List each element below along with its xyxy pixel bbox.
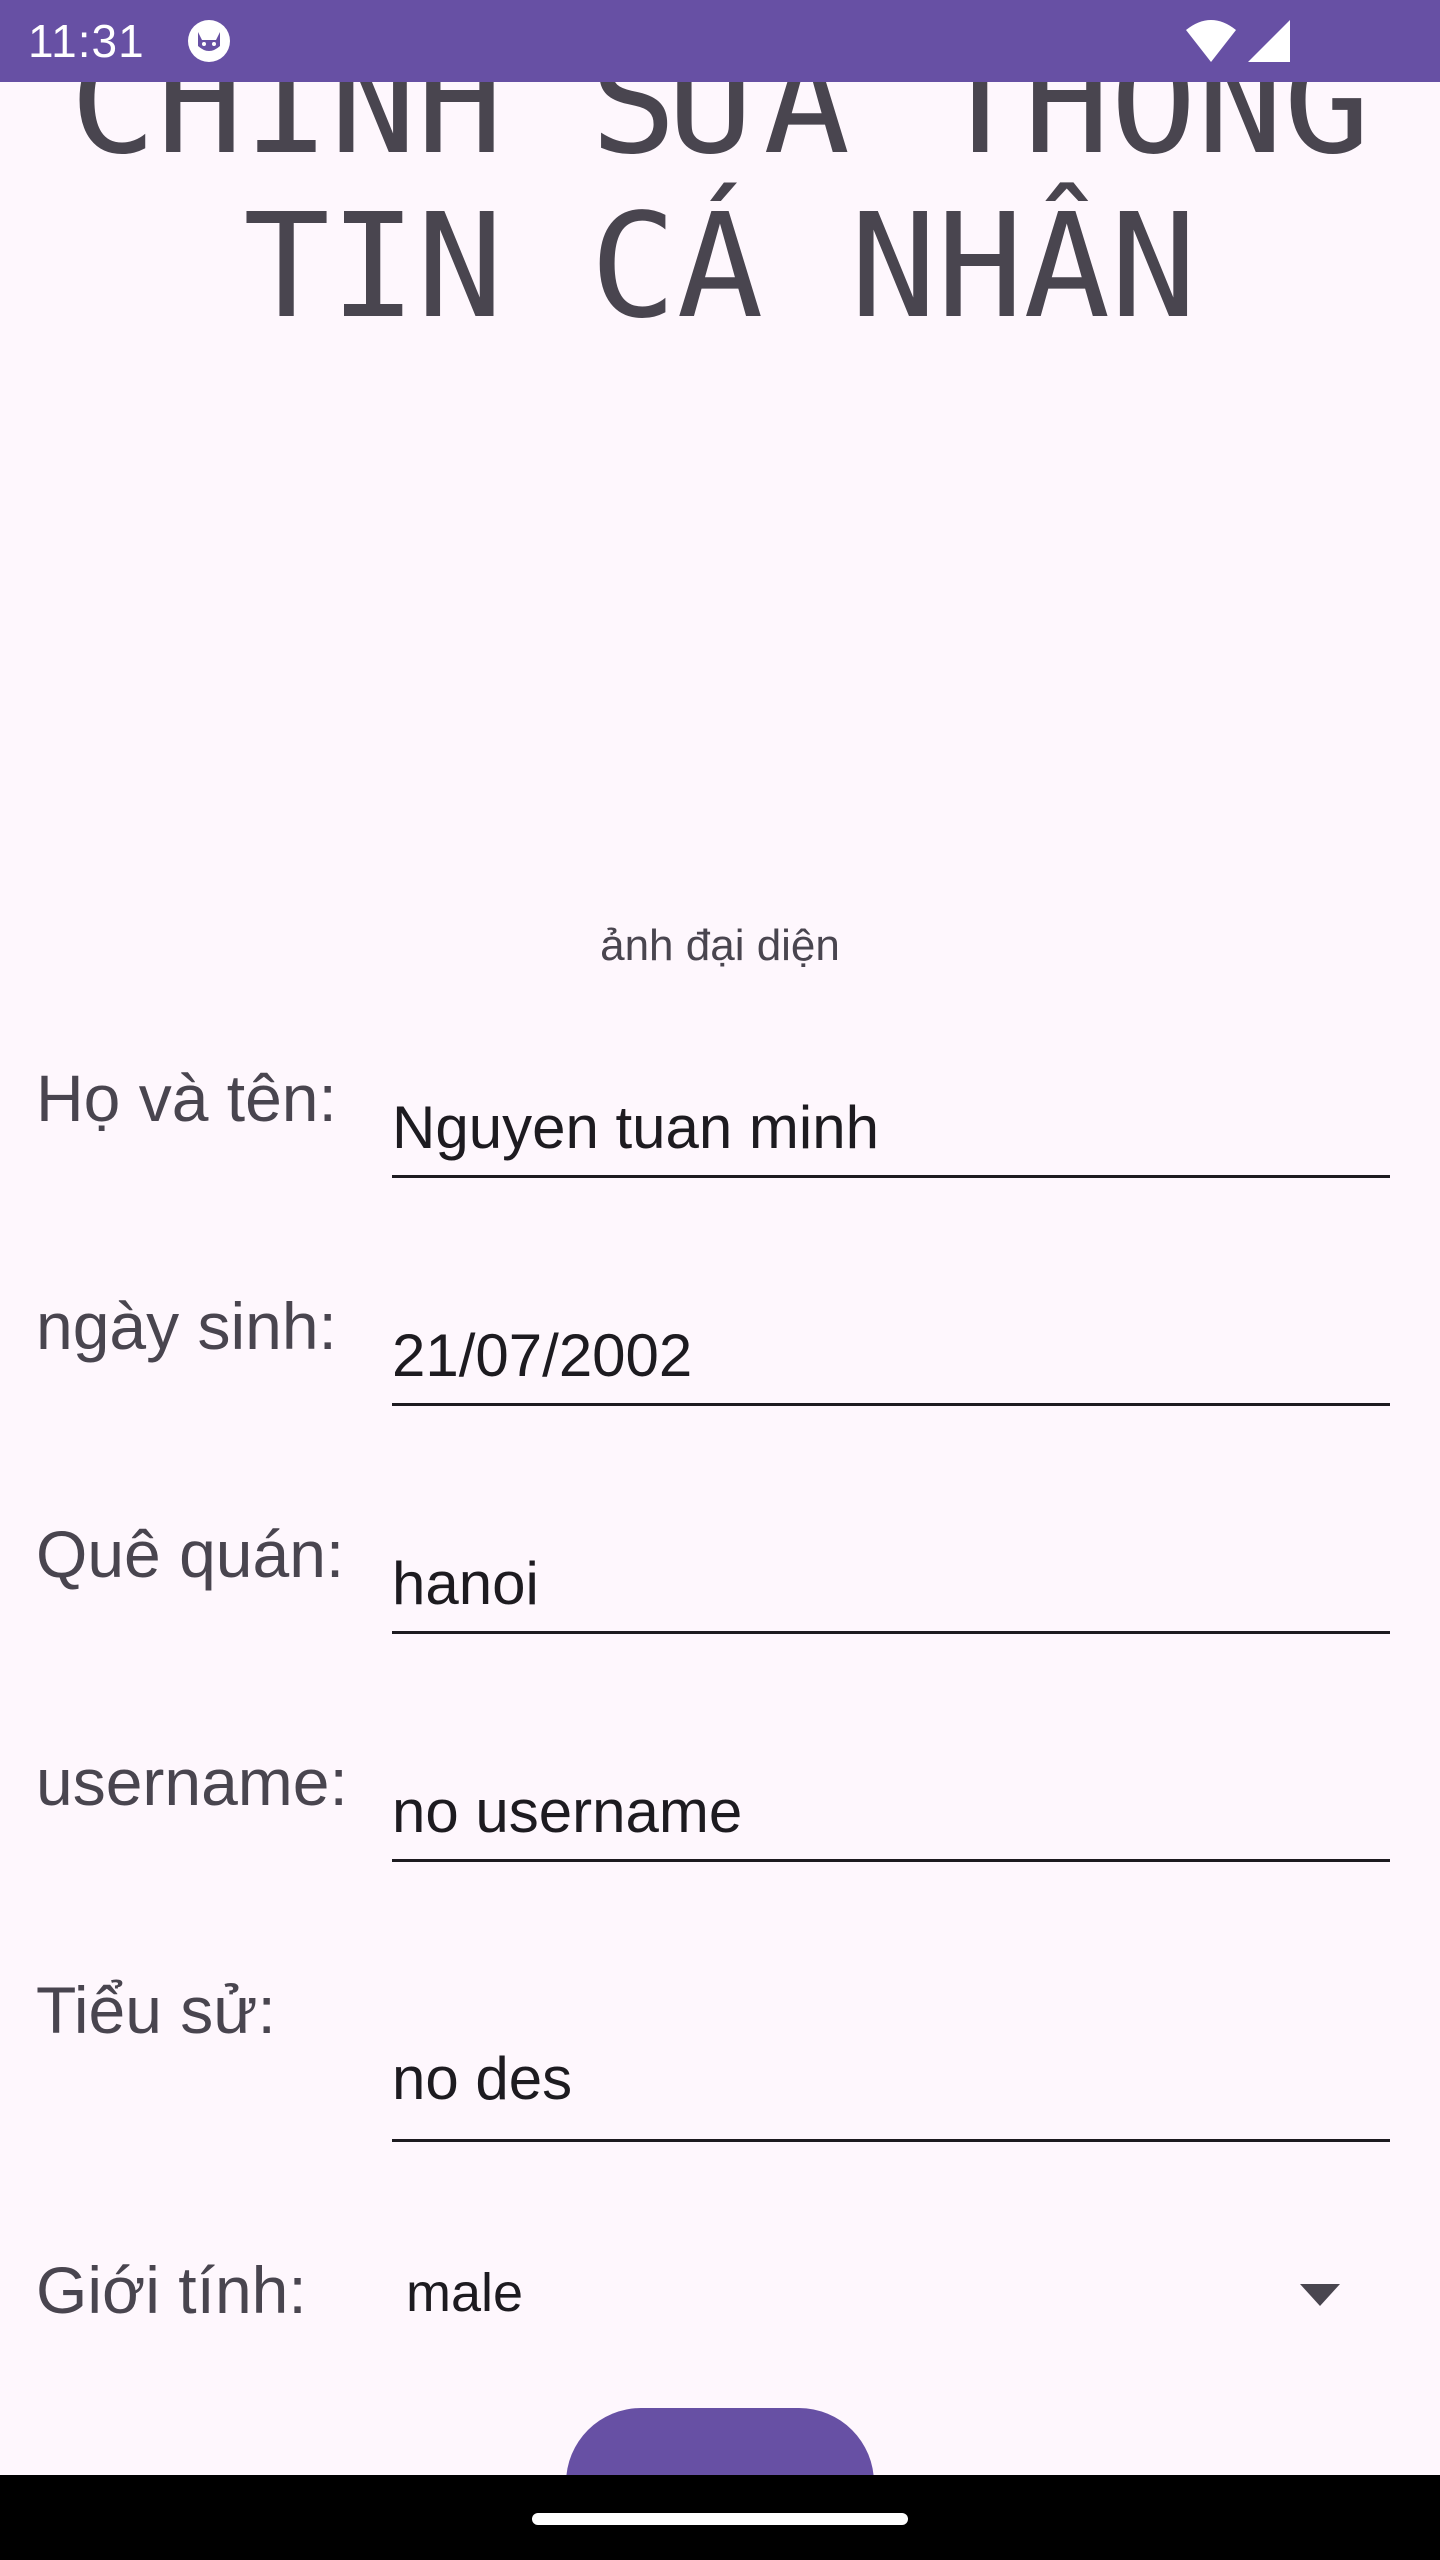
notification-cat-icon bbox=[186, 18, 232, 64]
navigation-bar bbox=[0, 2475, 1440, 2560]
bio-label: Tiểu sử: bbox=[36, 1973, 276, 2047]
birthday-input[interactable] bbox=[392, 1314, 1390, 1406]
full-name-label: Họ và tên: bbox=[36, 1061, 337, 1135]
gender-dropdown[interactable]: male bbox=[392, 2240, 1390, 2350]
bio-input[interactable] bbox=[392, 2000, 1390, 2142]
gender-label: Giới tính: bbox=[36, 2253, 307, 2327]
avatar-image[interactable] bbox=[520, 440, 920, 840]
status-time: 11:31 bbox=[28, 15, 145, 67]
home-gesture-handle[interactable] bbox=[532, 2513, 908, 2525]
birthday-label: ngày sinh: bbox=[36, 1289, 337, 1363]
avatar-caption: ảnh đại diện bbox=[600, 921, 840, 970]
signal-icon bbox=[1246, 18, 1292, 64]
wifi-icon bbox=[1184, 18, 1238, 64]
username-input[interactable] bbox=[392, 1770, 1390, 1862]
status-bar: 11:31 bbox=[0, 0, 1440, 82]
hometown-label: Quê quán: bbox=[36, 1517, 345, 1591]
full-name-input[interactable] bbox=[392, 1086, 1390, 1178]
username-label: username: bbox=[36, 1745, 348, 1819]
dropdown-arrow-icon bbox=[1300, 2284, 1340, 2306]
hometown-input[interactable] bbox=[392, 1542, 1390, 1634]
gender-selected-value: male bbox=[406, 2263, 524, 2323]
